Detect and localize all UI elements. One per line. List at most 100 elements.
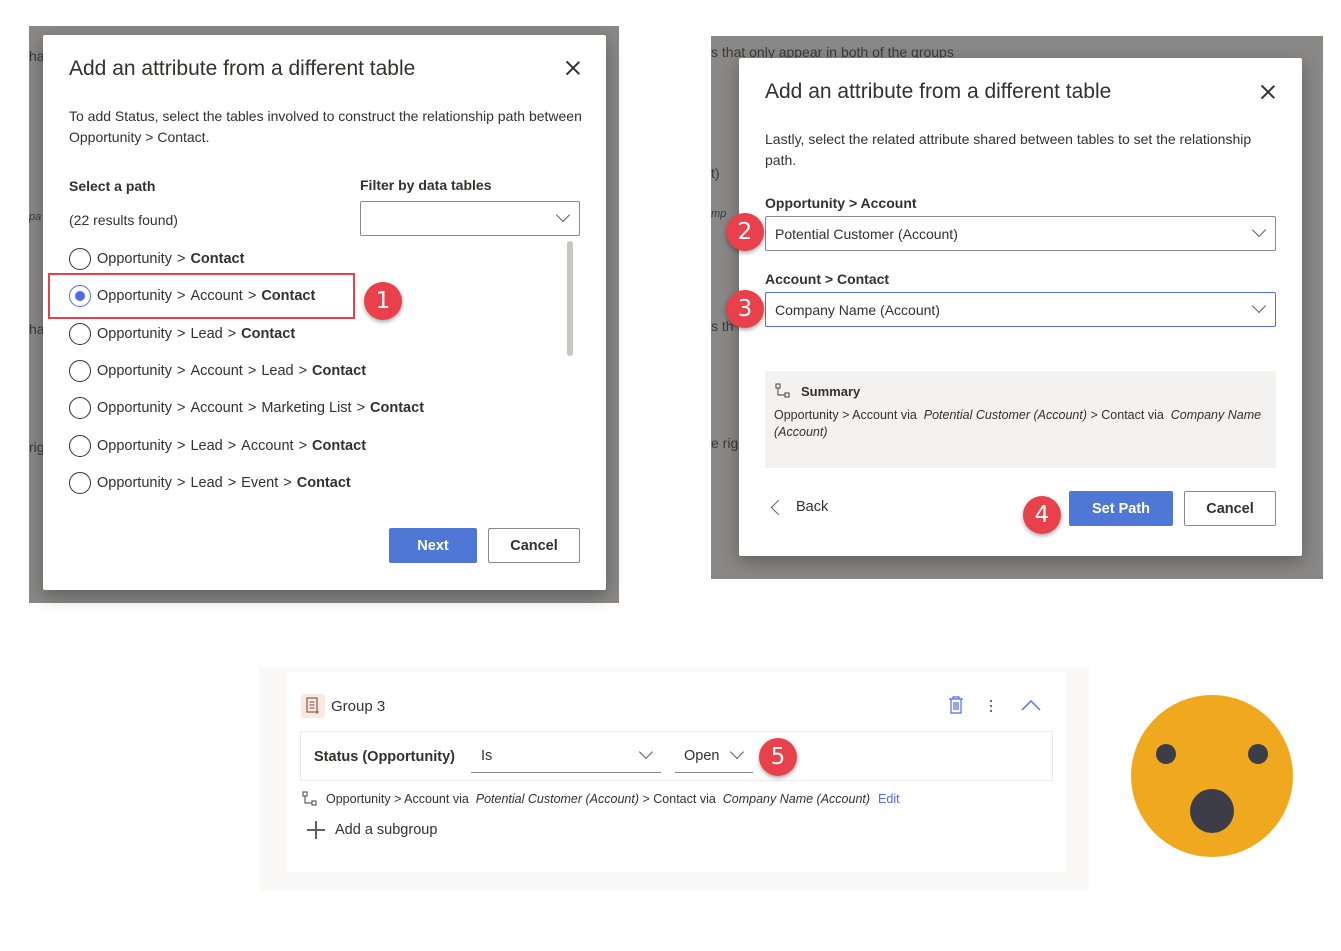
path-separator: >: [356, 400, 366, 416]
summary-panel: Summary Opportunity > Account via Potent…: [765, 371, 1276, 468]
set-relationship-dialog: Add an attribute from a different table …: [739, 58, 1302, 556]
edit-link[interactable]: Edit: [878, 792, 900, 806]
path-separator: >: [227, 438, 237, 454]
path-option[interactable]: Opportunity > Contact: [69, 246, 244, 272]
radio-unselected[interactable]: [69, 360, 91, 382]
group-card: Group 3 Status (Opportunity) Is Open Opp…: [287, 672, 1066, 872]
step-badge-5: 5: [759, 738, 797, 776]
select-path-label: Select a path: [69, 178, 156, 194]
chevron-down-icon: [1251, 298, 1267, 314]
path-option[interactable]: Opportunity > Lead > Event > Contact: [69, 470, 351, 496]
chevron-up-icon[interactable]: [1021, 699, 1041, 711]
close-icon[interactable]: [564, 59, 582, 77]
path-segment: Account: [190, 363, 243, 379]
chevron-left-icon: [770, 499, 787, 515]
chevron-down-icon: [729, 744, 745, 760]
summary-attribute: Potential Customer (Account): [923, 408, 1088, 422]
path-separator: >: [227, 475, 237, 491]
path-segment: Opportunity: [97, 475, 172, 491]
add-subgroup-label: Add a subgroup: [335, 822, 438, 838]
summary-title: Summary: [801, 384, 861, 399]
field1-label: Opportunity > Account: [765, 195, 917, 211]
relationship-icon: [302, 791, 317, 806]
close-icon[interactable]: [1259, 83, 1277, 101]
path-option[interactable]: Opportunity > Lead > Account > Contact: [69, 433, 366, 459]
next-button[interactable]: Next: [389, 528, 477, 563]
step-badge-2: 2: [726, 213, 764, 251]
relationship-icon: [775, 383, 790, 398]
path-segment: Contact: [190, 251, 245, 267]
trash-icon[interactable]: [948, 696, 964, 714]
path-segment: Opportunity: [97, 251, 172, 267]
highlight-box: [48, 273, 355, 319]
condition-row: Status (Opportunity) Is Open: [300, 731, 1053, 781]
operator-dropdown[interactable]: Is: [471, 740, 661, 773]
cancel-button[interactable]: Cancel: [488, 528, 580, 563]
path-separator: >: [298, 438, 308, 454]
field2-dropdown[interactable]: Company Name (Account): [765, 292, 1276, 327]
cancel-button[interactable]: Cancel: [1184, 491, 1276, 526]
group-title: Group 3: [331, 698, 386, 715]
dialog-description: To add Status, select the tables involve…: [69, 108, 582, 145]
set-path-button[interactable]: Set Path: [1069, 491, 1173, 526]
add-subgroup-button[interactable]: Add a subgroup: [307, 821, 437, 839]
path-segment: Contact: [370, 400, 425, 416]
path-separator: >: [227, 326, 237, 342]
field2-label: Account > Contact: [765, 271, 890, 287]
eye: [1248, 744, 1268, 764]
operator-value: Is: [481, 748, 493, 764]
path-option[interactable]: Opportunity > Lead > Contact: [69, 321, 295, 347]
field1-dropdown[interactable]: Potential Customer (Account): [765, 216, 1276, 251]
path-segment: Contact: [241, 326, 296, 342]
group-icon: [301, 694, 325, 718]
dialog-title: Add an attribute from a different table: [765, 80, 1112, 103]
dialog-description: Lastly, select the related attribute sha…: [765, 131, 1252, 168]
path-segment: Opportunity: [97, 363, 172, 379]
more-icon[interactable]: [988, 698, 994, 714]
step-badge-4: 4: [1023, 496, 1061, 534]
list-scrollbar[interactable]: [567, 241, 573, 356]
radio-unselected[interactable]: [69, 472, 91, 494]
results-count: (22 results found): [69, 212, 178, 228]
chevron-down-icon: [555, 207, 571, 223]
select-path-dialog: Add an attribute from a different table …: [43, 35, 606, 590]
radio-unselected[interactable]: [69, 248, 91, 270]
path-option[interactable]: Opportunity > Account > Marketing List > Conta…: [69, 395, 424, 421]
value-value: Open: [684, 748, 720, 764]
path-part: Opportunity > Account via: [326, 792, 469, 806]
step-badge-3: 3: [726, 290, 764, 328]
path-segment: Account: [190, 400, 243, 416]
value-dropdown[interactable]: Open: [675, 740, 753, 773]
path-segment: Opportunity: [97, 326, 172, 342]
radio-unselected[interactable]: [69, 435, 91, 457]
path-separator: >: [247, 363, 257, 379]
path-separator: >: [176, 326, 186, 342]
path-attribute: Potential Customer (Account): [475, 792, 640, 806]
plus-icon: [307, 821, 325, 839]
path-option[interactable]: Opportunity > Account > Lead > Contact: [69, 358, 366, 384]
surprised-face-icon: [1131, 695, 1293, 857]
backdrop-text: pa: [29, 211, 42, 223]
summary-text: Opportunity > Account via Potential Cust…: [774, 407, 1264, 441]
radio-unselected[interactable]: [69, 397, 91, 419]
mouth: [1190, 789, 1234, 833]
field1-value: Potential Customer (Account): [775, 226, 958, 242]
path-segment: Lead: [190, 475, 223, 491]
backdrop-text: mp: [711, 208, 727, 220]
radio-unselected[interactable]: [69, 323, 91, 345]
path-segment: Account: [241, 438, 294, 454]
path-separator: >: [298, 363, 308, 379]
path-segment: Opportunity: [97, 400, 172, 416]
backdrop-text: t): [711, 165, 720, 181]
back-button[interactable]: Back: [770, 499, 828, 515]
path-separator: >: [176, 438, 186, 454]
path-separator: >: [176, 363, 186, 379]
path-segment: Contact: [312, 438, 367, 454]
path-separator: >: [283, 475, 292, 491]
path-separator: >: [176, 251, 186, 267]
path-separator: >: [247, 400, 257, 416]
path-separator: >: [176, 475, 186, 491]
path-part: > Contact via: [642, 792, 716, 806]
path-segment: Contact: [296, 475, 351, 491]
filter-dropdown[interactable]: [360, 201, 580, 236]
